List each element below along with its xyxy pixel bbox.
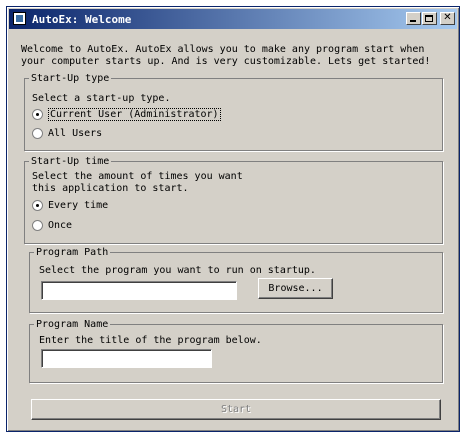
radio-current-user-indicator[interactable] [32, 109, 43, 120]
intro-line-1: Welcome to AutoEx. AutoEx allows you to … [21, 44, 425, 55]
radio-all-users-label: All Users [48, 128, 103, 139]
app-icon [13, 12, 26, 25]
startup-time-prompt-line-1: Select the amount of times you want [32, 171, 243, 182]
startup-time-legend: Start-Up time [31, 156, 110, 167]
browse-button[interactable]: Browse... [258, 278, 333, 299]
intro-line-2: your computer starts up. And is very cus… [21, 56, 431, 67]
radio-current-user-label: Current User (Administrator) [48, 108, 221, 121]
autoex-window: AutoEx: Welcome ✕ Welcome to AutoEx. Aut… [6, 6, 460, 432]
startup-type-prompt: Select a start-up type. [32, 93, 171, 104]
program-path-input[interactable] [41, 281, 237, 300]
start-button[interactable]: Start [31, 399, 441, 420]
minimize-icon [410, 20, 416, 22]
program-name-input[interactable] [41, 349, 212, 368]
startup-time-prompt-line-2: this application to start. [32, 183, 189, 194]
program-path-group: Program Path [29, 247, 443, 313]
program-path-legend: Program Path [36, 247, 109, 258]
title-bar[interactable]: AutoEx: Welcome ✕ [9, 9, 457, 29]
radio-once-indicator[interactable] [32, 220, 43, 231]
minimize-button[interactable] [406, 12, 421, 25]
close-button[interactable]: ✕ [440, 12, 455, 25]
program-name-prompt: Enter the title of the program below. [39, 335, 262, 346]
radio-every-time-label: Every time [48, 200, 109, 211]
radio-once[interactable]: Once [32, 220, 72, 231]
close-icon: ✕ [443, 12, 452, 23]
startup-type-legend: Start-Up type [31, 73, 110, 84]
radio-all-users-indicator[interactable] [32, 128, 43, 139]
intro-text: Welcome to AutoEx. AutoEx allows you to … [21, 44, 451, 68]
startup-time-prompt: Select the amount of times you want this… [32, 171, 243, 195]
radio-once-label: Once [48, 220, 73, 231]
radio-all-users[interactable]: All Users [32, 128, 102, 139]
program-name-legend: Program Name [36, 319, 109, 330]
maximize-icon [425, 15, 433, 22]
radio-every-time-indicator[interactable] [32, 200, 43, 211]
radio-every-time[interactable]: Every time [32, 200, 108, 211]
maximize-button[interactable] [422, 12, 437, 25]
radio-current-user[interactable]: Current User (Administrator) [32, 108, 221, 121]
program-path-prompt: Select the program you want to run on st… [39, 265, 316, 276]
window-title: AutoEx: Welcome [32, 13, 132, 26]
